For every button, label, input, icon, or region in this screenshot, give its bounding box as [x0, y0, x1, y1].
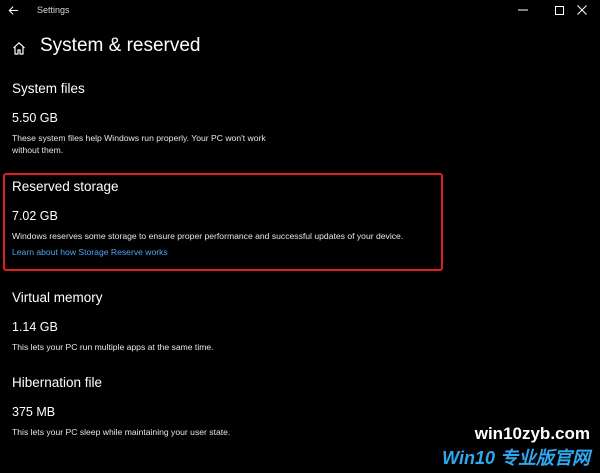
description-line: This lets your PC sleep while maintainin…	[12, 427, 231, 437]
section-description: This lets your PC run multiple apps at t…	[12, 341, 214, 353]
section-heading: Reserved storage	[12, 179, 119, 194]
description-line: Windows reserves some storage to ensure …	[12, 231, 404, 241]
watermark-url: win10zyb.com	[474, 424, 590, 443]
section-size: 7.02 GB	[12, 209, 58, 223]
close-icon	[577, 5, 587, 15]
title-bar: Settings	[0, 0, 600, 22]
section-size: 375 MB	[12, 405, 56, 419]
minimize-button[interactable]	[505, 0, 541, 20]
section-heading: System files	[12, 81, 85, 96]
section-hibernation-file: Hibernation file 375 MB This lets your P…	[12, 375, 230, 438]
page-title: System & reserved	[40, 35, 201, 56]
section-virtual-memory: Virtual memory 1.14 GB This lets your PC…	[12, 290, 214, 353]
description-line: These system files help Windows run prop…	[12, 133, 266, 143]
maximize-icon	[554, 5, 564, 15]
storage-reserve-link[interactable]: Learn about how Storage Reserve works	[12, 246, 168, 258]
section-reserved-storage: Reserved storage 7.02 GB Windows reserve…	[12, 179, 403, 260]
description-line: This lets your PC run multiple apps at t…	[12, 342, 214, 352]
section-system-files: System files 5.50 GB These system files …	[12, 81, 266, 156]
section-description: These system files help Windows run prop…	[12, 132, 266, 156]
close-button[interactable]	[564, 0, 600, 20]
home-icon[interactable]	[11, 40, 27, 56]
section-heading: Hibernation file	[12, 375, 103, 390]
section-size: 1.14 GB	[12, 320, 58, 334]
description-line: without them.	[12, 145, 64, 155]
section-heading: Virtual memory	[12, 290, 103, 305]
back-button[interactable]	[4, 1, 22, 19]
section-description: Windows reserves some storage to ensure …	[12, 230, 403, 242]
app-title: Settings	[37, 5, 70, 15]
watermark-brand: Win10 专业版官网	[442, 448, 590, 468]
section-description: This lets your PC sleep while maintainin…	[12, 426, 230, 438]
minimize-icon	[518, 9, 528, 11]
arrow-left-icon	[8, 5, 18, 15]
section-size: 5.50 GB	[12, 111, 58, 125]
